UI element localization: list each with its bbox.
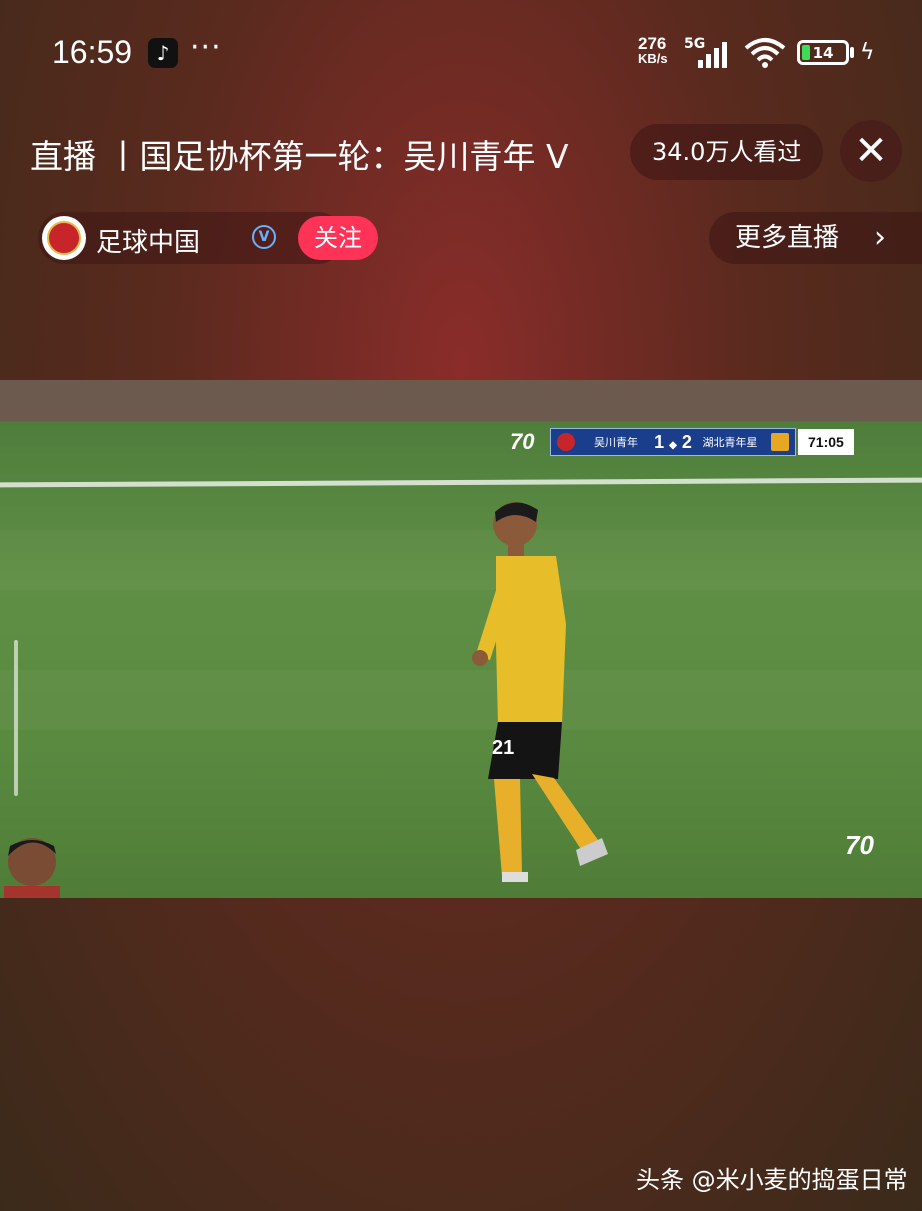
more-notifications-icon: ··· [190,30,222,65]
cellular-signal-icon: 5G [684,36,727,68]
spectator-head [4,838,60,898]
match-score: 1 ◆ 2 [654,431,692,452]
battery-level: 14 [812,43,834,62]
battery-icon: 14 [797,40,849,65]
network-speed-value: 276 [638,34,667,53]
clock-time: 16:59 [52,34,133,70]
more-live-label: 更多直播 [735,223,840,253]
network-type: 5G [684,36,706,52]
scrollbar[interactable] [14,640,18,796]
away-score: 2 [681,431,692,452]
tiktok-icon: ♪ [148,38,178,68]
away-team-badge [771,433,789,451]
pitch-line [0,477,922,488]
watermark: 头条 @米小麦的捣蛋日常 [636,1166,908,1194]
wifi-icon [744,38,786,68]
channel-row: 足球中国 V 关注 更多直播 › [0,212,922,266]
stream-title: 直播 丨国足协杯第一轮：吴川青年 V [30,137,569,176]
home-team: 吴川青年 [594,437,638,449]
corner-logo: 70 [845,830,874,860]
match-clock: 71:05 [798,429,854,455]
verified-icon: V [252,225,276,249]
channel-avatar[interactable] [42,216,86,260]
close-icon: ✕ [854,128,888,174]
scoreboard: 70 吴川青年 1 ◆ 2 湖北青年星 71:05 [510,426,854,458]
player-figure: 21 [472,502,608,882]
channel-info[interactable]: 足球中国 V 关注 [38,212,378,264]
network-speed: 276 KB/s [638,34,668,66]
follow-button[interactable]: 关注 [298,216,378,260]
home-team-badge [557,433,575,451]
view-count: 34.0万人看过 [630,124,824,180]
live-video-player[interactable]: 70 吴川青年 1 ◆ 2 湖北青年星 71:05 21 70 [0,380,922,898]
title-row: 直播 丨国足协杯第一轮：吴川青年 V 34.0万人看过 [0,118,922,188]
away-team: 湖北青年星 [702,437,758,449]
chevron-right-icon: › [874,220,886,255]
charging-icon: ϟ [860,40,875,65]
status-bar: 16:59 ♪ ··· 276 KB/s 5G 14 ϟ [0,0,922,110]
league-logo: 70 [510,429,535,454]
svg-text:21: 21 [492,737,514,759]
home-score: 1 [654,431,665,452]
more-live-button[interactable]: 更多直播 › [709,212,922,264]
channel-name[interactable]: 足球中国 [96,222,200,259]
close-button[interactable]: ✕ [840,120,902,182]
network-speed-unit: KB/s [638,51,668,66]
